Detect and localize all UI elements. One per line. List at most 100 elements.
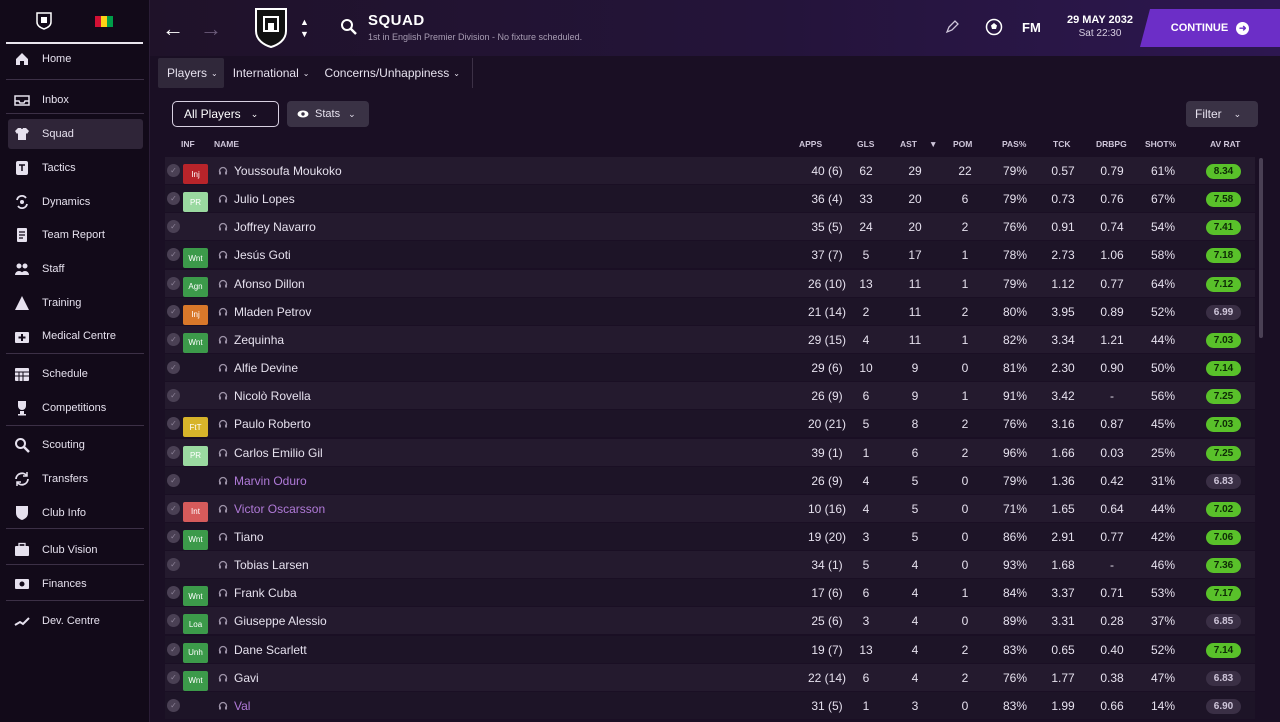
player-name[interactable]: Alfie Devine — [234, 361, 298, 375]
col-name[interactable]: NAME — [214, 139, 239, 149]
sidebar-item-schedule[interactable]: Schedule — [8, 359, 143, 389]
col-pom[interactable]: POM — [953, 139, 972, 149]
table-row[interactable]: ✓ Agn Afonso Dillon 26 (10) 13 11 1 79% 1.12 0.77… — [165, 269, 1255, 297]
pencil-icon[interactable] — [945, 20, 959, 34]
status-badge[interactable]: Wnt — [183, 670, 208, 691]
status-badge[interactable]: Int — [183, 501, 208, 522]
status-badge[interactable]: Agn — [183, 276, 208, 297]
select-checkbox[interactable]: ✓ — [167, 220, 180, 234]
select-checkbox[interactable]: ✓ — [167, 473, 180, 487]
table-row[interactable]: ✓ PR Julio Lopes 36 (4) 33 20 6 79% 0.73 0.76 67% 7… — [165, 185, 1255, 213]
col-tck[interactable]: TCK — [1053, 139, 1070, 149]
fm-menu-button[interactable]: FM — [1022, 20, 1041, 35]
status-badge[interactable]: FtT — [183, 417, 208, 438]
table-row[interactable]: ✓ Wnt Jesús Goti 37 (7) 5 17 1 78% 2.73 1.06 58% 7.… — [165, 241, 1255, 269]
table-row[interactable]: ✓ Marvin Oduro 26 (9) 4 5 0 79% 1.36 0.42 31% 6.83 — [165, 466, 1255, 494]
table-row[interactable]: ✓ Wnt Tiano 19 (20) 3 5 0 86% 2.91 0.77 42% 7.06 — [165, 522, 1255, 550]
table-row[interactable]: ✓ Tobias Larsen 34 (1) 5 4 0 93% 1.68-46% 7.36 — [165, 551, 1255, 579]
select-checkbox[interactable]: ✓ — [167, 670, 180, 684]
select-checkbox[interactable]: ✓ — [167, 586, 180, 600]
club-crest-icon[interactable] — [36, 12, 52, 30]
sidebar-item-club-info[interactable]: Club Info — [8, 498, 143, 528]
col-gls[interactable]: GLS — [857, 139, 874, 149]
sidebar-item-inbox[interactable]: Inbox — [8, 85, 143, 115]
select-checkbox[interactable]: ✓ — [167, 698, 180, 712]
player-name[interactable]: Paulo Roberto — [234, 417, 311, 431]
sidebar-item-dev-centre[interactable]: Dev. Centre — [8, 606, 143, 636]
sidebar-item-medical-centre[interactable]: Medical Centre — [8, 321, 143, 351]
status-badge[interactable]: PR — [183, 192, 208, 213]
player-name[interactable]: Joffrey Navarro — [234, 220, 316, 234]
select-checkbox[interactable]: ✓ — [167, 389, 180, 403]
select-checkbox[interactable]: ✓ — [167, 361, 180, 375]
table-row[interactable]: ✓ Wnt Gavi 22 (14) 6 4 2 76% 1.77 0.38 47% 6.83 — [165, 663, 1255, 691]
select-checkbox[interactable]: ✓ — [167, 164, 180, 177]
col-apps[interactable]: APPS — [799, 139, 822, 149]
player-name[interactable]: Carlos Emilio Gil — [234, 446, 323, 460]
sidebar-item-training[interactable]: Training — [8, 288, 143, 318]
select-checkbox[interactable]: ✓ — [167, 558, 180, 572]
sidebar-item-team-report[interactable]: Team Report — [8, 220, 143, 250]
col-ast[interactable]: AST — [900, 139, 917, 149]
player-name[interactable]: Marvin Oduro — [234, 474, 307, 488]
table-scrollbar[interactable] — [1259, 158, 1263, 338]
club-crest-icon[interactable] — [254, 7, 288, 49]
back-arrow-icon[interactable]: ← — [162, 16, 184, 42]
player-name[interactable]: Tobias Larsen — [234, 558, 309, 572]
sidebar-item-tactics[interactable]: Tactics — [8, 153, 143, 183]
player-name[interactable]: Mladen Petrov — [234, 305, 311, 319]
sidebar-item-competitions[interactable]: Competitions — [8, 393, 143, 423]
sidebar-item-club-vision[interactable]: Club Vision — [8, 535, 143, 565]
select-checkbox[interactable]: ✓ — [167, 417, 180, 431]
forward-arrow-icon[interactable]: → — [200, 16, 222, 42]
select-checkbox[interactable]: ✓ — [167, 192, 180, 206]
tab-players[interactable]: Players ⌄ — [158, 58, 224, 88]
player-name[interactable]: Dane Scarlett — [234, 643, 307, 657]
select-checkbox[interactable]: ✓ — [167, 642, 180, 656]
player-name[interactable]: Victor Oscarsson — [234, 502, 325, 516]
status-badge[interactable]: Loa — [183, 614, 208, 635]
table-row[interactable]: ✓ Inj Mladen Petrov 21 (14) 2 11 2 80% 3.95 0.89 5… — [165, 297, 1255, 325]
table-row[interactable]: ✓ Int Victor Oscarsson 10 (16) 4 5 0 71% 1.65 0.6… — [165, 494, 1255, 522]
search-icon[interactable] — [340, 18, 358, 36]
chevron-down-icon[interactable]: ▼ — [300, 28, 309, 40]
sidebar-item-scouting[interactable]: Scouting — [8, 430, 143, 460]
status-badge[interactable]: Inj — [183, 164, 208, 184]
sidebar-item-staff[interactable]: Staff — [8, 254, 143, 284]
table-row[interactable]: ✓ Alfie Devine 29 (6) 10 9 0 81% 2.30 0.90 50% 7.1… — [165, 354, 1255, 382]
status-badge[interactable]: Wnt — [183, 248, 208, 269]
tab-concerns[interactable]: Concerns/Unhappiness ⌄ — [315, 58, 465, 88]
select-checkbox[interactable]: ✓ — [167, 614, 180, 628]
col-inf[interactable]: INF — [181, 139, 195, 149]
status-badge[interactable]: Unh — [183, 642, 208, 663]
select-checkbox[interactable]: ✓ — [167, 276, 180, 290]
player-name[interactable]: Youssoufa Moukoko — [234, 164, 342, 178]
sidebar-item-transfers[interactable]: Transfers — [8, 464, 143, 494]
status-badge[interactable]: Wnt — [183, 586, 208, 607]
sidebar-item-squad[interactable]: Squad — [8, 119, 143, 149]
table-row[interactable]: ✓ Val 31 (5) 1 3 0 83% 1.99 0.66 14% 6.90 — [165, 691, 1255, 719]
select-checkbox[interactable]: ✓ — [167, 332, 180, 346]
select-checkbox[interactable]: ✓ — [167, 248, 180, 262]
table-row[interactable]: ✓ Wnt Zequinha 29 (15) 4 11 1 82% 3.34 1.21 44% 7.0… — [165, 325, 1255, 353]
player-name[interactable]: Nicolò Rovella — [234, 389, 311, 403]
stats-view-button[interactable]: Stats ⌄ — [287, 101, 369, 127]
status-badge[interactable]: Inj — [183, 304, 208, 325]
col-pas[interactable]: PAS% — [1002, 139, 1026, 149]
sidebar-item-finances[interactable]: Finances — [8, 569, 143, 599]
date-display[interactable]: 29 MAY 2032 Sat 22:30 — [1055, 8, 1145, 48]
player-name[interactable]: Zequinha — [234, 333, 284, 347]
football-icon[interactable] — [985, 18, 1003, 36]
player-name[interactable]: Val — [234, 699, 250, 713]
tab-international[interactable]: International ⌄ — [224, 58, 316, 88]
player-name[interactable]: Giuseppe Alessio — [234, 614, 327, 628]
sidebar-item-dynamics[interactable]: Dynamics — [8, 187, 143, 217]
club-switch-arrows[interactable]: ▲ ▼ — [300, 16, 309, 40]
table-row[interactable]: ✓ Joffrey Navarro 35 (5) 24 20 2 76% 0.91 0.74 54… — [165, 213, 1255, 241]
player-name[interactable]: Gavi — [234, 671, 259, 685]
player-name[interactable]: Afonso Dillon — [234, 277, 305, 291]
status-badge[interactable]: PR — [183, 445, 208, 466]
col-drbpg[interactable]: DRBPG — [1096, 139, 1127, 149]
table-row[interactable]: ✓ Inj Youssoufa Moukoko 40 (6) 62 29 22 79% 0.57… — [165, 157, 1255, 184]
status-badge[interactable]: Wnt — [183, 332, 208, 353]
